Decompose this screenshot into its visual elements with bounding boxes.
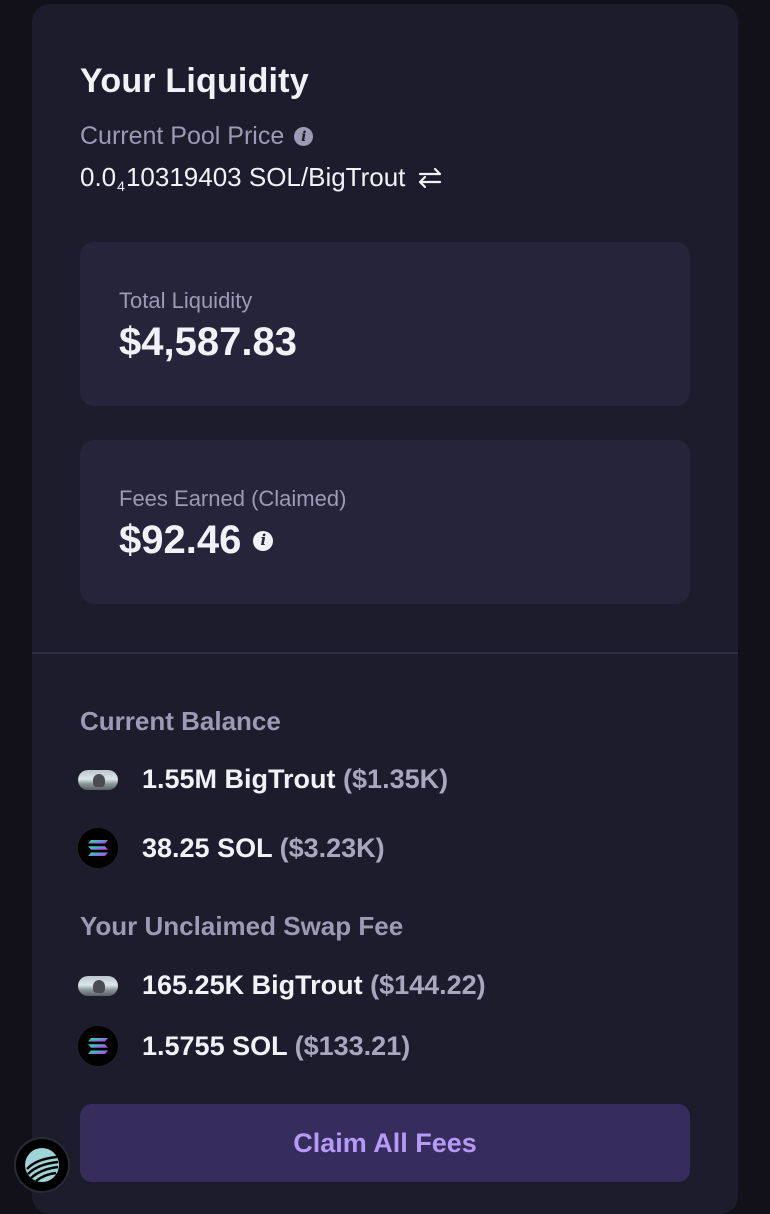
balance-usd: ($3.23K) bbox=[279, 832, 385, 863]
pool-price-value: 0.0 4 10319403 SOL/BigTrout bbox=[80, 162, 443, 194]
bigtrout-token-icon bbox=[78, 975, 118, 996]
unclaimed-fees-label: Your Unclaimed Swap Fee bbox=[80, 911, 404, 941]
pool-price-label-row: Current Pool Price i bbox=[80, 122, 314, 151]
pool-price-prefix: 0.0 bbox=[80, 162, 117, 192]
unclaimed-usd: ($133.21) bbox=[294, 1030, 411, 1061]
unclaimed-row-bigtrout: 165.25K BigTrout ($144.22) bbox=[78, 970, 486, 1001]
unclaimed-row-sol: 1.5755 SOL ($133.21) bbox=[78, 1026, 410, 1066]
fees-earned-box: Fees Earned (Claimed) $92.46 i bbox=[80, 440, 690, 604]
balance-usd: ($1.35K) bbox=[343, 764, 449, 794]
balance-amount: 1.55M BigTrout ($1.35K) bbox=[142, 764, 449, 794]
sol-token-icon bbox=[78, 828, 118, 868]
info-icon[interactable]: i bbox=[253, 530, 274, 551]
total-liquidity-amount: $4,587.83 bbox=[119, 320, 297, 364]
total-liquidity-label: Total Liquidity bbox=[119, 288, 253, 313]
bigtrout-token-icon bbox=[78, 769, 118, 790]
unclaimed-amount: 165.25K BigTrout ($144.22) bbox=[142, 970, 486, 1000]
unclaimed-amount: 1.5755 SOL ($133.21) bbox=[142, 1030, 411, 1061]
sol-token-icon bbox=[78, 1026, 118, 1066]
pool-price-digits: 10319403 SOL/BigTrout bbox=[125, 162, 406, 192]
app-logo-icon[interactable] bbox=[14, 1137, 70, 1193]
info-icon[interactable]: i bbox=[294, 127, 314, 146]
unclaimed-usd: ($144.22) bbox=[370, 970, 486, 1000]
fees-earned-amount: $92.46 bbox=[119, 518, 242, 562]
pool-price-label: Current Pool Price bbox=[80, 122, 285, 150]
fees-earned-label: Fees Earned (Claimed) bbox=[119, 486, 347, 511]
balance-row-sol: 38.25 SOL ($3.23K) bbox=[78, 828, 385, 868]
liquidity-card: Your Liquidity Current Pool Price i 0.0 4… bbox=[32, 4, 738, 1214]
fees-earned-value: $92.46 i bbox=[119, 518, 274, 563]
total-liquidity-value: $4,587.83 bbox=[119, 320, 297, 365]
balance-amount: 38.25 SOL ($3.23K) bbox=[142, 832, 385, 863]
current-balance-label: Current Balance bbox=[80, 706, 281, 736]
total-liquidity-box: Total Liquidity $4,587.83 bbox=[80, 242, 690, 406]
balance-row-bigtrout: 1.55M BigTrout ($1.35K) bbox=[78, 764, 448, 795]
page-title: Your Liquidity bbox=[80, 62, 309, 100]
claim-all-fees-button[interactable]: Claim All Fees bbox=[80, 1104, 690, 1182]
section-divider bbox=[32, 652, 738, 654]
pool-price-zero-count: 4 bbox=[117, 177, 125, 194]
swap-direction-icon[interactable] bbox=[417, 167, 443, 189]
